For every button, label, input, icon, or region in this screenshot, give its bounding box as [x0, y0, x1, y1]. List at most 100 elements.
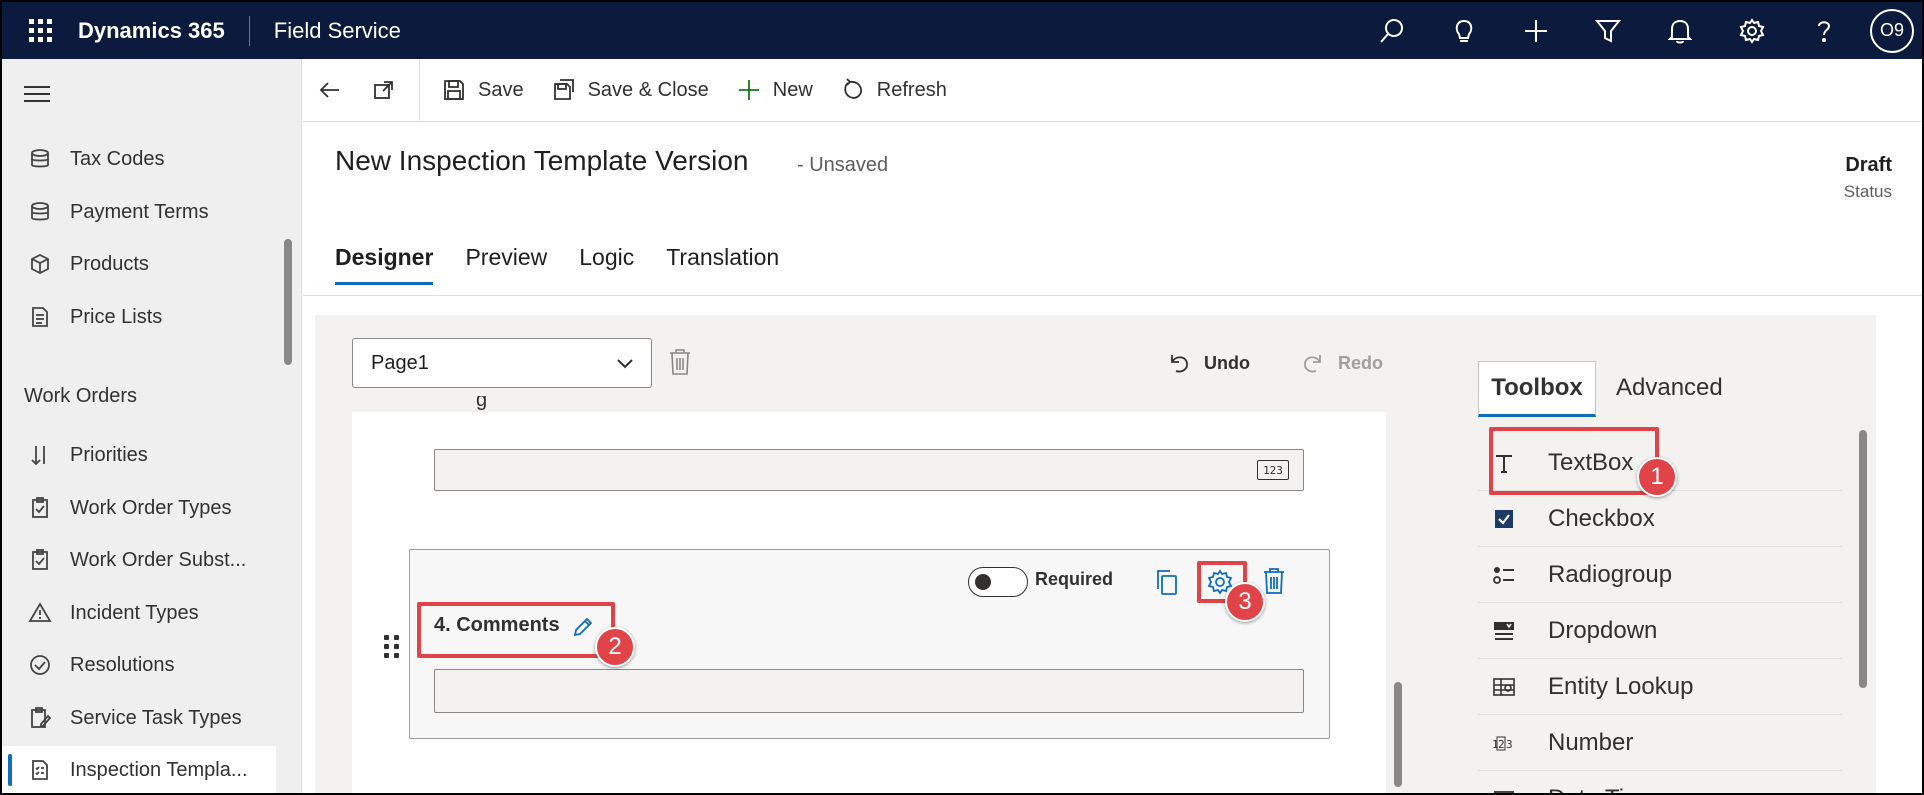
delete-question-button[interactable] [1262, 567, 1286, 600]
toolbox-item-radiogroup[interactable]: Radiogroup [1478, 547, 1842, 603]
top-actions: O9 [1356, 2, 1918, 59]
svg-text:2: 2 [1498, 738, 1505, 751]
app-frame: Dynamics 365 Field Service O9 Tax Codes … [0, 0, 1924, 795]
save-icon [444, 80, 464, 100]
toolbox-scrollbar[interactable] [1859, 430, 1867, 688]
notifications-button[interactable] [1644, 2, 1716, 59]
toolbox-item-number[interactable]: 123 Number [1478, 715, 1842, 771]
divider [419, 58, 420, 122]
back-button[interactable] [303, 59, 357, 122]
undo-label: Undo [1204, 352, 1250, 373]
form-tabs: Designer Preview Logic Translation [335, 244, 811, 285]
gear-icon [1739, 17, 1765, 44]
clipboard-icon [24, 496, 56, 520]
sidebar-item-resolutions[interactable]: Resolutions [2, 641, 276, 689]
trash-icon [670, 349, 690, 375]
hamburger-icon[interactable] [24, 86, 50, 107]
page-dropdown[interactable]: Page1 [352, 338, 652, 388]
new-record-button[interactable] [1500, 2, 1572, 59]
tab-translation[interactable]: Translation [666, 244, 779, 285]
delete-page-button[interactable] [668, 348, 692, 381]
callout-badge-3: 3 [1225, 582, 1265, 622]
number-question-input[interactable]: 123 [434, 449, 1304, 491]
save-label: Save [478, 78, 524, 101]
sidebar-item-inspection-templates[interactable]: Inspection Templa... [2, 746, 276, 793]
save-close-button[interactable]: Save & Close [538, 59, 723, 122]
save-button[interactable]: Save [428, 59, 538, 122]
sidebar-item-products[interactable]: Products [2, 240, 276, 288]
comments-question-input[interactable] [434, 669, 1304, 713]
sidebar-item-incident-types[interactable]: Incident Types [2, 589, 276, 637]
redo-button[interactable]: Redo [1300, 350, 1383, 376]
help-button[interactable] [1788, 2, 1860, 59]
arrow-left-icon [319, 82, 339, 98]
redo-icon [1304, 355, 1321, 373]
brand-name[interactable]: Dynamics 365 [78, 18, 249, 44]
trash-icon [1264, 568, 1284, 594]
cube-icon [24, 252, 56, 276]
toolbox-item-entity-lookup[interactable]: Entity Lookup [1478, 659, 1842, 715]
sidebar-item-work-order-types[interactable]: Work Order Types [2, 484, 276, 532]
open-new-window-button[interactable] [357, 59, 411, 122]
number-icon: 123 [1478, 731, 1528, 755]
toolbox-item-checkbox[interactable]: Checkbox [1478, 491, 1842, 547]
tab-advanced[interactable]: Advanced [1616, 374, 1723, 402]
sidebar-item-label: Incident Types [70, 601, 199, 624]
lightbulb-button[interactable] [1428, 2, 1500, 59]
sidebar-item-payment-terms[interactable]: Payment Terms [2, 188, 276, 236]
callout-badge-2: 2 [595, 627, 635, 667]
radiogroup-icon [1478, 563, 1528, 587]
toolbox-item-label: Date Time [1548, 785, 1657, 794]
refresh-button[interactable]: Refresh [827, 59, 961, 122]
check-circle-icon [24, 653, 56, 677]
checklist-icon [24, 758, 56, 782]
app-module-name[interactable]: Field Service [250, 18, 401, 44]
refresh-label: Refresh [876, 78, 947, 101]
lightbulb-icon [1455, 19, 1473, 42]
help-icon [1818, 20, 1831, 42]
sidebar-item-service-task-types[interactable]: Service Task Types [2, 694, 276, 742]
tab-logic[interactable]: Logic [579, 244, 634, 285]
sidebar-item-priorities[interactable]: Priorities [2, 431, 276, 479]
sidebar-item-label: Work Order Types [70, 496, 232, 519]
settings-button[interactable] [1716, 2, 1788, 59]
question-label-partial: g [476, 396, 488, 411]
toolbox-item-label: Checkbox [1548, 504, 1655, 532]
toolbox-item-date-time[interactable]: Date Time [1478, 771, 1842, 794]
app-launcher-button[interactable] [2, 2, 78, 59]
toolbox-item-label: Dropdown [1548, 616, 1658, 644]
undo-icon [1171, 355, 1188, 373]
sidebar-scrollbar[interactable] [284, 239, 292, 365]
duplicate-question-button[interactable] [1154, 568, 1180, 601]
page-title: New Inspection Template Version [335, 145, 749, 176]
clipboard-edit-icon [24, 706, 56, 730]
callout-highlight-textbox [1489, 427, 1659, 495]
canvas-scrollbar[interactable] [1394, 682, 1402, 787]
sidebar-item-label: Inspection Templa... [70, 758, 248, 781]
undo-button[interactable]: Undo [1166, 350, 1250, 376]
user-avatar[interactable]: O9 [1870, 8, 1914, 53]
save-close-icon [553, 79, 574, 100]
new-button[interactable]: New [723, 59, 827, 122]
tab-preview[interactable]: Preview [465, 244, 547, 285]
sidebar-item-work-order-substatus[interactable]: Work Order Subst... [2, 536, 276, 584]
tab-toolbox[interactable]: Toolbox [1478, 361, 1596, 417]
filter-button[interactable] [1572, 2, 1644, 59]
drag-handle-icon[interactable] [384, 635, 399, 658]
callout-badge-1: 1 [1637, 457, 1677, 497]
sort-icon [24, 443, 56, 467]
sidebar-item-label: Service Task Types [70, 706, 242, 729]
tab-designer[interactable]: Designer [335, 244, 434, 285]
warning-icon [24, 601, 56, 625]
search-button[interactable] [1356, 2, 1428, 59]
sidebar-item-label: Work Order Subst... [70, 548, 247, 571]
dropdown-icon [1478, 619, 1528, 643]
sidebar-item-label: Payment Terms [70, 200, 209, 223]
sidebar-item-price-lists[interactable]: Price Lists [2, 293, 276, 341]
required-toggle[interactable] [968, 567, 1028, 597]
toolbox-item-dropdown[interactable]: Dropdown [1478, 603, 1842, 659]
svg-text:3: 3 [1506, 738, 1513, 751]
sidebar-item-tax-codes[interactable]: Tax Codes [2, 135, 276, 183]
checkbox-icon [1478, 507, 1528, 531]
sidebar-section-title: Work Orders [24, 385, 137, 407]
